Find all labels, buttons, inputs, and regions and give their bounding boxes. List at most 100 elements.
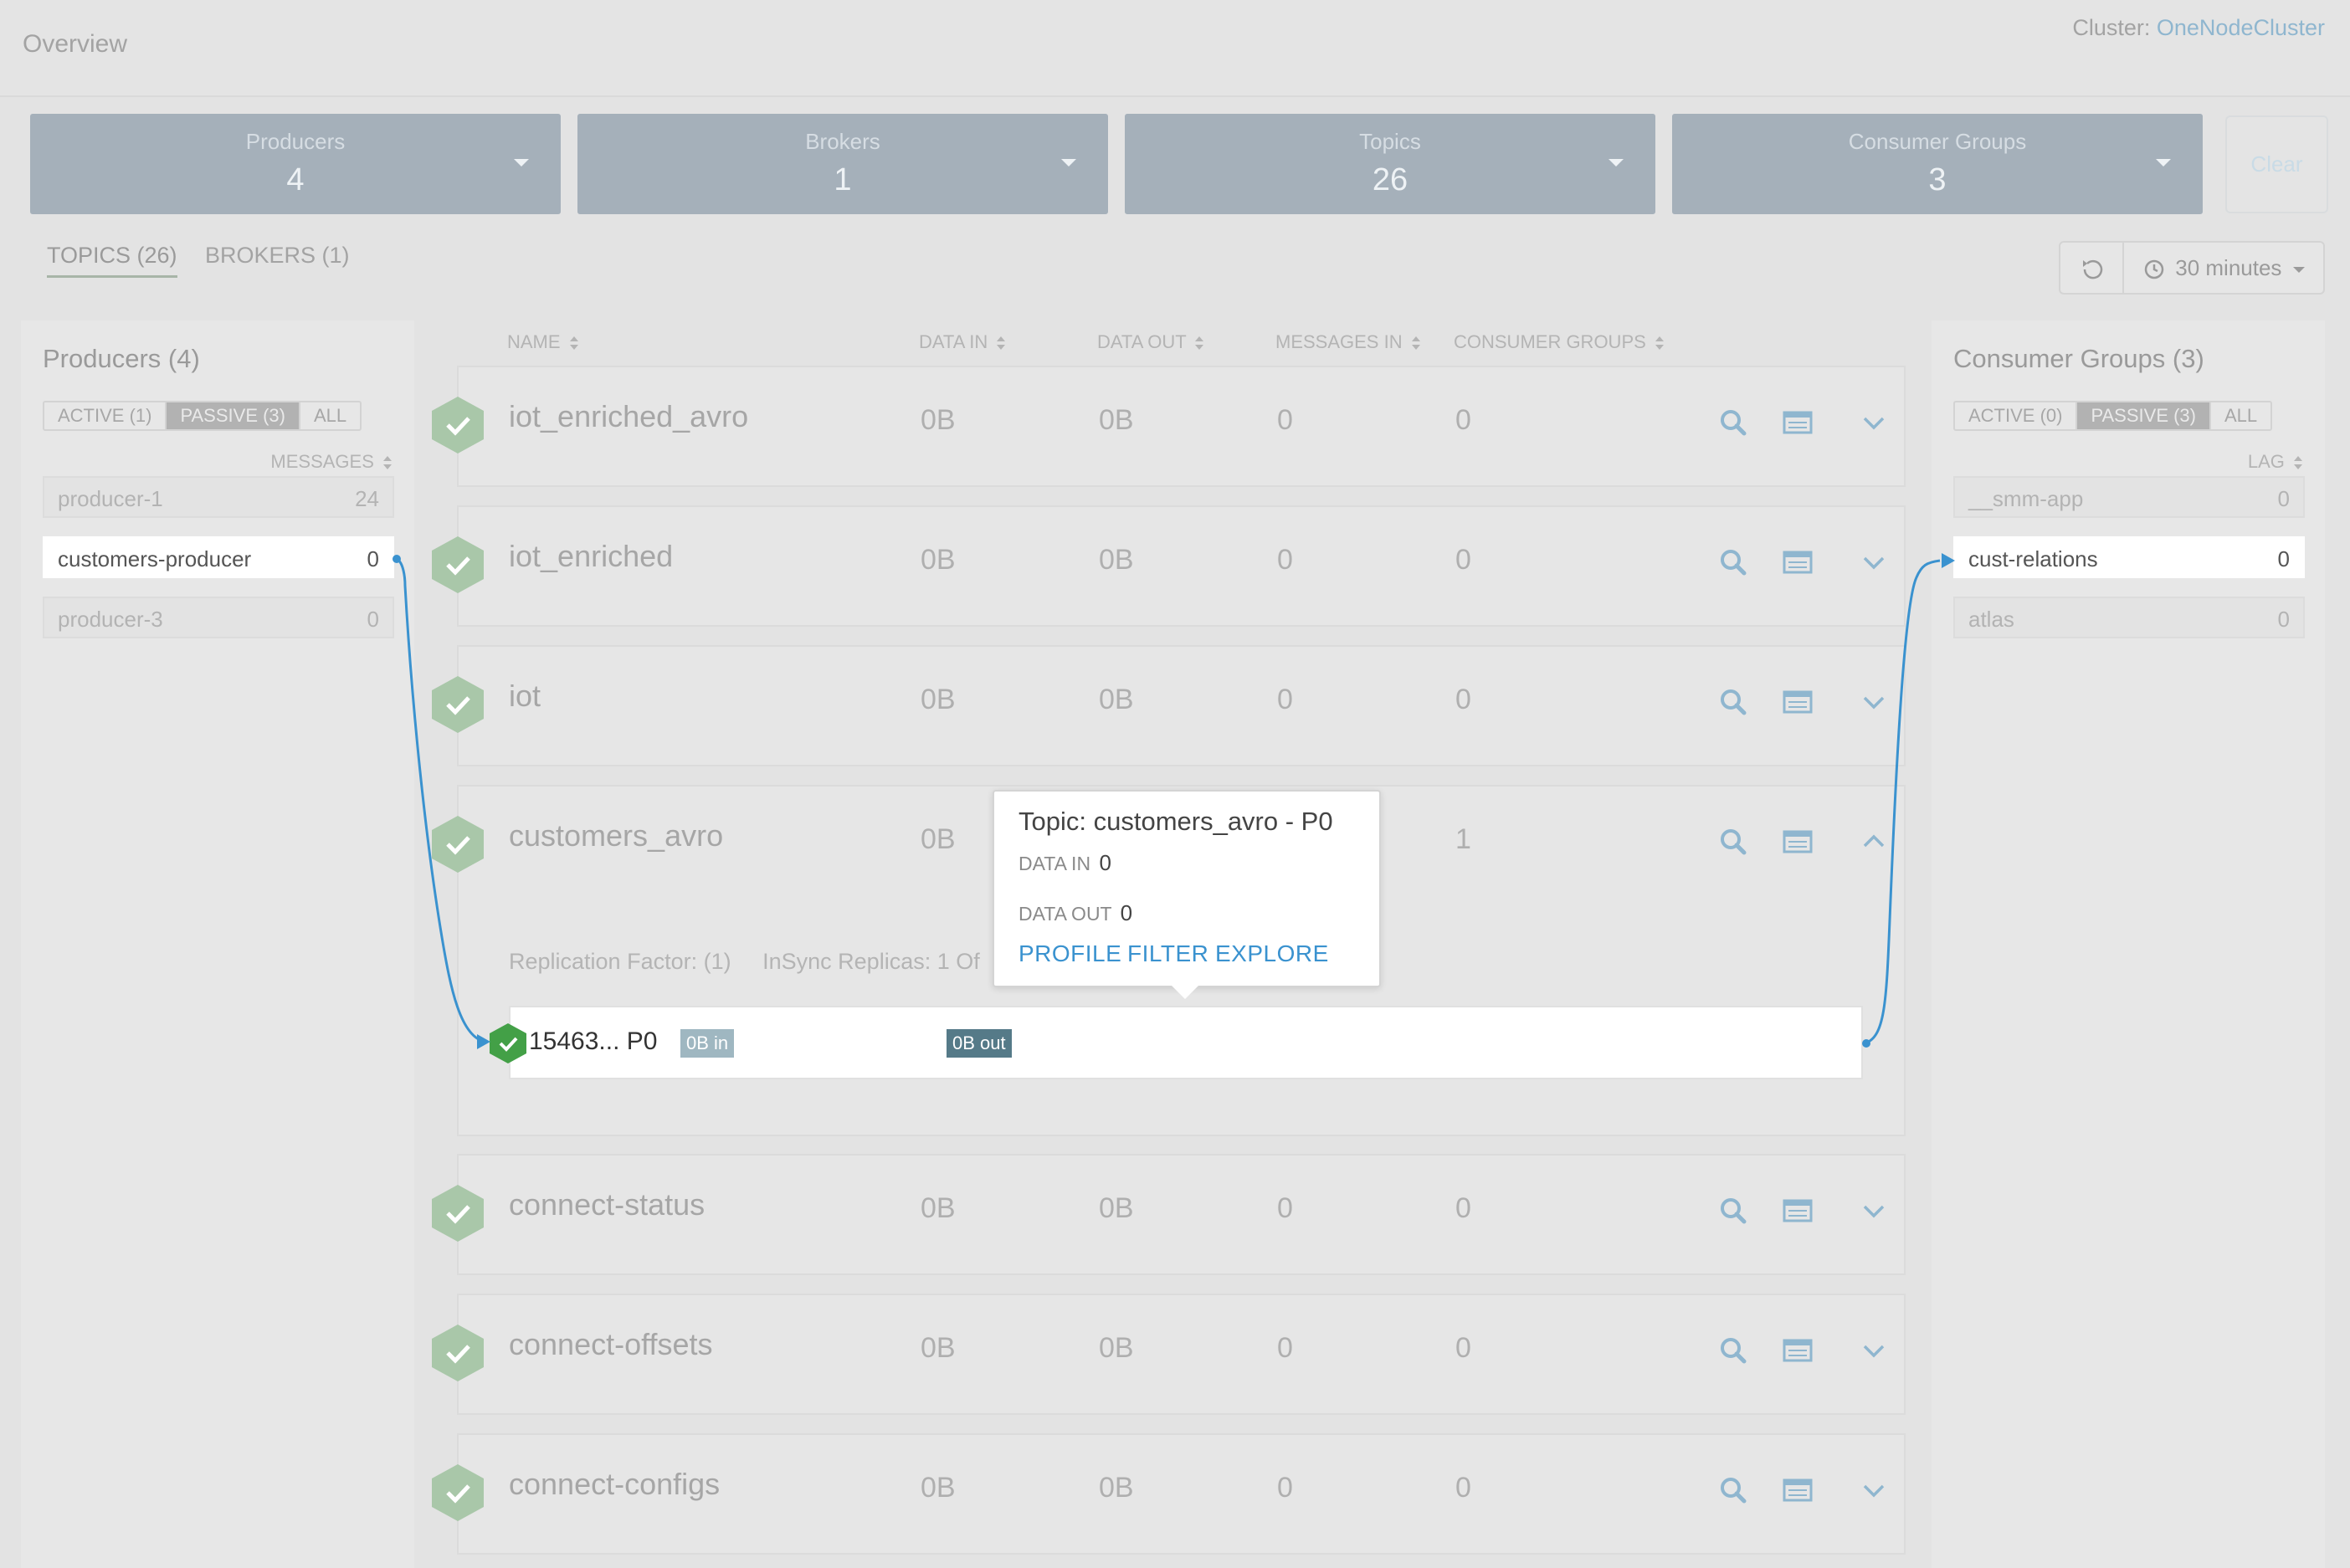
summary-label: Brokers (805, 129, 880, 154)
topic-data-in: 0B (921, 1192, 956, 1224)
chevron-down-icon[interactable] (1857, 1473, 1891, 1507)
filter-passive[interactable]: PASSIVE (3) (167, 402, 300, 429)
topic-name: connect-configs (509, 1467, 721, 1501)
column-label: NAME (507, 331, 561, 352)
summary-label: Topics (1359, 129, 1421, 154)
consumer-group-item[interactable]: __smm-app 0 (1953, 476, 2305, 518)
producer-item[interactable]: producer-1 24 (43, 476, 394, 518)
chevron-down-icon[interactable] (1857, 1194, 1891, 1227)
tooltip-data-in: DATA IN 0 (1019, 850, 1111, 876)
sort-icon (569, 336, 578, 351)
tab-brokers[interactable]: BROKERS (1) (205, 243, 350, 269)
topics-summary-dropdown[interactable]: Topics 26 (1125, 114, 1655, 214)
data-explorer-icon[interactable] (1781, 825, 1814, 858)
replication-factor: Replication Factor: (1) (509, 949, 731, 974)
topic-row[interactable]: iot_enriched 0B 0B 0 0 (457, 505, 1906, 627)
topic-data-out: 0B (1099, 684, 1134, 715)
producer-item-selected[interactable]: customers-producer 0 (43, 536, 394, 578)
data-explorer-icon[interactable] (1781, 546, 1814, 579)
producer-name: customers-producer (58, 546, 252, 571)
profile-link[interactable]: PROFILE (1019, 940, 1121, 967)
partition-data-in-badge: 0B in (680, 1029, 735, 1058)
topic-row[interactable]: iot_enriched_avro 0B 0B 0 0 (457, 366, 1906, 487)
chevron-down-icon[interactable] (1857, 406, 1891, 439)
refresh-icon (2083, 259, 2103, 279)
chevron-down-icon[interactable] (1857, 1334, 1891, 1367)
column-header-name[interactable]: NAME (507, 331, 579, 353)
topic-consumer-groups: 0 (1455, 544, 1471, 576)
filter-active[interactable]: ACTIVE (1) (44, 402, 167, 429)
clear-button[interactable]: Clear (2225, 115, 2328, 213)
explore-link[interactable]: EXPLORE (1215, 940, 1329, 967)
data-explorer-icon[interactable] (1781, 1194, 1814, 1227)
producer-name: producer-1 (58, 486, 163, 511)
refresh-button[interactable] (2059, 241, 2124, 295)
cluster-name-link[interactable]: OneNodeCluster (2157, 15, 2325, 40)
column-label: CONSUMER GROUPS (1454, 331, 1646, 352)
messages-column-header[interactable]: MESSAGES (270, 451, 393, 473)
partition-data-out-badge: 0B out (947, 1029, 1012, 1058)
topic-data-out: 0B (1099, 1472, 1134, 1504)
tab-topics[interactable]: TOPICS (26) (47, 243, 177, 278)
page-header: Overview Cluster: OneNodeCluster (0, 0, 2350, 97)
caret-down-icon (2156, 159, 2171, 167)
data-explorer-icon[interactable] (1781, 1334, 1814, 1367)
producers-summary-dropdown[interactable]: Producers 4 (30, 114, 561, 214)
topic-row[interactable]: connect-offsets 0B 0B 0 0 (457, 1294, 1906, 1415)
search-icon[interactable] (1716, 1194, 1750, 1227)
clock-icon (2144, 259, 2164, 279)
column-header-messages-in[interactable]: MESSAGES IN (1275, 331, 1421, 353)
consumer-group-item[interactable]: atlas 0 (1953, 597, 2305, 638)
search-icon[interactable] (1716, 546, 1750, 579)
search-icon[interactable] (1716, 1334, 1750, 1367)
caret-down-icon (1061, 159, 1076, 167)
status-ok-icon (432, 1464, 484, 1521)
filter-active[interactable]: ACTIVE (0) (1955, 402, 2078, 429)
filter-all[interactable]: ALL (2211, 402, 2270, 429)
data-explorer-icon[interactable] (1781, 685, 1814, 719)
topic-data-in: 0B (921, 1472, 956, 1504)
chevron-down-icon[interactable] (1857, 546, 1891, 579)
producer-item[interactable]: producer-3 0 (43, 597, 394, 638)
caret-down-icon (1609, 159, 1624, 167)
filter-passive[interactable]: PASSIVE (3) (2077, 402, 2211, 429)
column-header-data-in[interactable]: DATA IN (919, 331, 1006, 353)
topic-messages-in: 0 (1277, 684, 1293, 715)
column-header-consumer-groups[interactable]: CONSUMER GROUPS (1454, 331, 1665, 353)
search-icon[interactable] (1716, 406, 1750, 439)
topic-name: customers_avro (509, 818, 724, 853)
topic-row[interactable]: iot 0B 0B 0 0 (457, 645, 1906, 766)
chevron-down-icon[interactable] (1857, 685, 1891, 719)
search-icon[interactable] (1716, 685, 1750, 719)
data-explorer-icon[interactable] (1781, 1473, 1814, 1507)
topic-data-out: 0B (1099, 544, 1134, 576)
search-icon[interactable] (1716, 825, 1750, 858)
tooltip-title: Topic: customers_avro - P0 (1019, 807, 1333, 836)
chevron-up-icon[interactable] (1857, 825, 1891, 858)
consumer-group-lag: 0 (2277, 546, 2290, 571)
topic-consumer-groups: 0 (1455, 404, 1471, 436)
column-header-data-out[interactable]: DATA OUT (1097, 331, 1204, 353)
topic-data-in: 0B (921, 1332, 956, 1364)
time-range-value: 30 minutes (2175, 255, 2282, 280)
sort-icon (1411, 336, 1420, 351)
consumer-groups-summary-dropdown[interactable]: Consumer Groups 3 (1672, 114, 2203, 214)
topic-messages-in: 0 (1277, 1472, 1293, 1504)
sort-icon (383, 456, 392, 470)
brokers-summary-dropdown[interactable]: Brokers 1 (577, 114, 1108, 214)
tooltip-data-out-value: 0 (1120, 900, 1133, 925)
status-ok-icon (432, 1185, 484, 1242)
data-explorer-icon[interactable] (1781, 406, 1814, 439)
filter-all[interactable]: ALL (300, 402, 360, 429)
topic-row[interactable]: connect-status 0B 0B 0 0 (457, 1154, 1906, 1275)
topic-row[interactable]: connect-configs 0B 0B 0 0 (457, 1433, 1906, 1555)
summary-value: 1 (834, 162, 852, 197)
filter-link[interactable]: FILTER (1127, 940, 1208, 967)
time-range-select[interactable]: 30 minutes (2122, 241, 2325, 295)
topic-consumer-groups: 0 (1455, 684, 1471, 715)
summary-label: Consumer Groups (1848, 129, 2027, 154)
search-icon[interactable] (1716, 1473, 1750, 1507)
lag-column-header[interactable]: LAG (2248, 451, 2303, 473)
cluster-info: Cluster: OneNodeCluster (2072, 15, 2325, 41)
consumer-group-item-selected[interactable]: cust-relations 0 (1953, 536, 2305, 578)
